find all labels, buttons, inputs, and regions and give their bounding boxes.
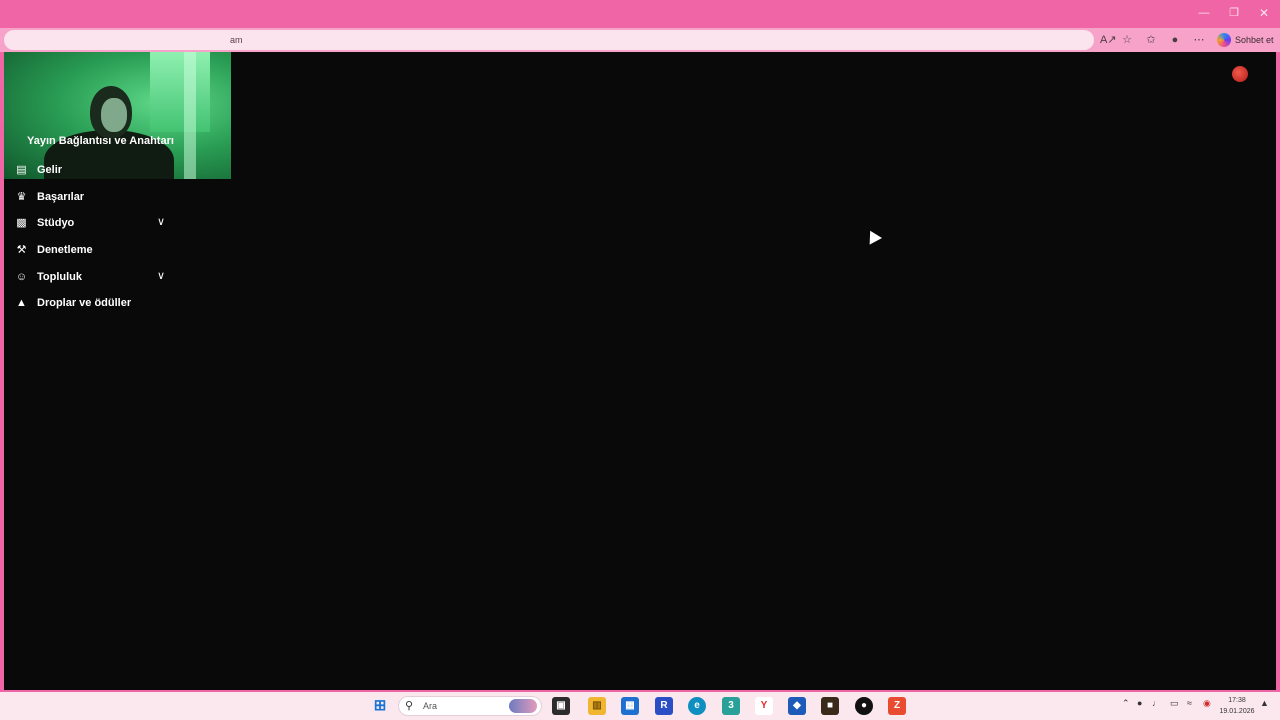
- trophy-icon: ♛: [16, 191, 27, 203]
- sidebar-item-label: Droplar ve ödüller: [37, 297, 132, 309]
- sidebar-item-label: Topluluk: [37, 271, 83, 283]
- browser-toolbar: am A↗ ☆ ✩ ● ⋯ Sohbet et: [0, 28, 1280, 52]
- app-record-icon[interactable]: ●: [855, 697, 873, 715]
- user-avatar[interactable]: [1232, 66, 1248, 82]
- volume-icon[interactable]: ♩: [1152, 698, 1161, 708]
- more-options-icon[interactable]: ⋯: [1191, 32, 1207, 48]
- chevron-down-icon[interactable]: ∨: [157, 215, 165, 229]
- app-r-icon[interactable]: R: [655, 697, 673, 715]
- sidebar-item-label: Denetleme: [37, 244, 93, 256]
- close-button[interactable]: ✕: [1253, 4, 1275, 22]
- app-game-icon[interactable]: ■: [821, 697, 839, 715]
- maximize-button[interactable]: ❐: [1223, 4, 1245, 22]
- wrench-icon: ⚒: [16, 244, 27, 256]
- minimize-button[interactable]: —: [1193, 4, 1215, 22]
- sidebar-item-label: Başarılar: [37, 191, 85, 203]
- address-bar[interactable]: am: [4, 30, 1094, 50]
- chart-icon: ▤: [16, 164, 27, 176]
- show-hidden-icons[interactable]: ⌃: [1122, 698, 1130, 709]
- start-windows-icon[interactable]: ⊞: [371, 697, 389, 715]
- system-clock[interactable]: 17:38 19.01.2026: [1218, 695, 1256, 717]
- webcam-curtain: [184, 52, 196, 179]
- sidebar-item-community[interactable]: ☺ Topluluk ∨: [15, 268, 165, 288]
- notifications-bell-icon[interactable]: ▲: [1260, 698, 1269, 708]
- chevron-down-icon[interactable]: ∨: [157, 269, 165, 283]
- mouse-cursor: [864, 227, 882, 245]
- profile-icon[interactable]: ●: [1167, 32, 1183, 48]
- yandex-browser-icon[interactable]: Y: [755, 697, 773, 715]
- clock-date: 19.01.2026: [1219, 708, 1255, 715]
- webcam-person-face: [101, 98, 127, 132]
- task-view-icon[interactable]: ▣: [552, 697, 570, 715]
- sidebar-item-moderation[interactable]: ⚒ Denetleme: [15, 241, 165, 261]
- store-icon[interactable]: ▦: [621, 697, 639, 715]
- active-app-icon[interactable]: Z: [888, 697, 906, 715]
- favorites-icon[interactable]: ✩: [1143, 32, 1159, 48]
- favorite-star-icon[interactable]: ☆: [1119, 32, 1135, 48]
- page-content: Yayın Bağlantısı ve Anahtarı ▤ Gelir ♛ B…: [4, 52, 1276, 690]
- copilot-chat-button[interactable]: Sohbet et: [1214, 30, 1276, 50]
- studio-icon: ▩: [16, 217, 27, 229]
- copilot-icon: [1217, 33, 1231, 47]
- edge-browser-icon[interactable]: e: [688, 697, 706, 715]
- taskbar-search[interactable]: ⚲ Ara: [398, 696, 542, 716]
- sidebar-item-revenue[interactable]: ▤ Gelir: [15, 161, 165, 181]
- sidebar-item-studio[interactable]: ▩ Stüdyo ∨: [15, 214, 165, 234]
- clock-time: 17:38: [1228, 697, 1246, 704]
- sidebar-heading-stream-key[interactable]: Yayın Bağlantısı ve Anahtarı: [27, 135, 174, 147]
- windows-taskbar: ⊞ ⚲ Ara ▣ ▥ ▦ R e 3 Y ◆ ■ ● Z ⌃ ● ♩ ▭ ≈ …: [0, 692, 1280, 720]
- read-aloud-icon[interactable]: A↗: [1100, 32, 1117, 48]
- copilot-label: Sohbet et: [1235, 35, 1274, 45]
- search-icon: ⚲: [405, 700, 414, 712]
- search-highlight-art: [509, 699, 537, 713]
- search-placeholder: Ara: [423, 701, 438, 711]
- sidebar-item-label: Stüdyo: [37, 217, 75, 229]
- sidebar-item-drops-rewards[interactable]: ▲ Droplar ve ödüller: [15, 294, 165, 314]
- webcam-overlay: [4, 52, 231, 179]
- microphone-icon[interactable]: ●: [1137, 698, 1142, 708]
- browser-title-bar: — ❐ ✕: [0, 0, 1280, 28]
- sidebar-item-label: Gelir: [37, 164, 63, 176]
- file-explorer-icon[interactable]: ▥: [588, 697, 606, 715]
- community-icon: ☺: [15, 271, 28, 283]
- notification-badge-icon[interactable]: ◉: [1203, 698, 1211, 709]
- app-shield-icon[interactable]: ◆: [788, 697, 806, 715]
- sidebar-item-achievements[interactable]: ♛ Başarılar: [15, 188, 165, 208]
- url-text: am: [230, 35, 243, 45]
- drops-icon: ▲: [16, 297, 27, 309]
- battery-icon[interactable]: ▭: [1170, 698, 1179, 709]
- app-3-icon[interactable]: 3: [722, 697, 740, 715]
- webcam-window-light: [150, 52, 210, 132]
- wifi-icon[interactable]: ≈: [1187, 698, 1192, 708]
